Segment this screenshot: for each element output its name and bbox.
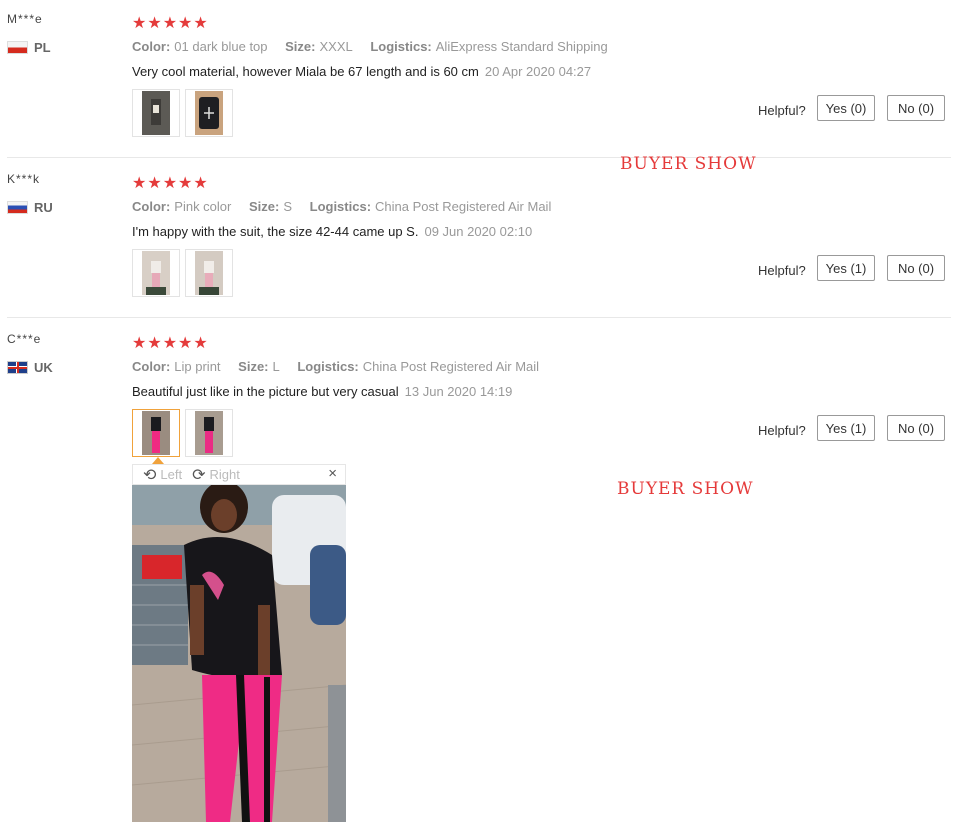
review-date: 09 Jun 2020 02:10 (424, 224, 533, 239)
rating-stars: ★★★★★ (132, 175, 209, 192)
size-value: XXXL (319, 39, 353, 54)
logistics-label: Logistics: (370, 39, 432, 54)
review-photo-thumb[interactable] (185, 249, 233, 297)
review-date: 13 Jun 2020 14:19 (404, 384, 513, 399)
helpful-label: Helpful? (758, 423, 806, 438)
review-divider (7, 157, 951, 158)
flag-ru-icon (7, 201, 28, 214)
close-icon[interactable]: × (328, 465, 337, 482)
logistics-label: Logistics: (309, 199, 372, 214)
logistics-label: Logistics: (297, 359, 359, 374)
review-divider (7, 317, 951, 318)
color-label: Color: (132, 359, 171, 374)
helpful-yes-button[interactable]: Yes (1) (817, 415, 875, 441)
active-thumb-caret (152, 457, 164, 464)
country-code: PL (34, 40, 51, 55)
review-body: I'm happy with the suit, the size 42-44 … (132, 224, 419, 239)
helpful-label: Helpful? (758, 263, 806, 278)
helpful-no-button[interactable]: No (0) (887, 415, 945, 441)
review-photo-thumb[interactable] (185, 89, 233, 137)
color-value: Lip print (174, 359, 221, 374)
rotate-left-button[interactable]: Left (160, 467, 182, 482)
size-label: Size: (285, 39, 316, 54)
flag-pl-icon (7, 41, 28, 54)
reviewer-name: C***e (7, 332, 42, 346)
helpful-yes-button[interactable]: Yes (1) (817, 255, 875, 281)
rating-stars: ★★★★★ (132, 15, 209, 32)
review-attributes: Color: 01 dark blue top Size: XXXL Logisti… (132, 39, 608, 54)
review-photo-large (132, 485, 346, 822)
logistics-value: China Post Registered Air Mail (375, 199, 552, 214)
review-text: I'm happy with the suit, the size 42-44 … (132, 224, 532, 239)
review-body: Beautiful just like in the picture but v… (132, 384, 399, 399)
buyer-show-watermark: BUYER SHOW (620, 154, 757, 174)
review-attributes: Color: Pink color Size: S Logistics: China … (132, 199, 551, 214)
logistics-value: China Post Registered Air Mail (362, 359, 540, 374)
reviewer-country: RU (7, 200, 53, 215)
rotate-left-icon[interactable]: ⟲ (143, 465, 156, 485)
review-photo-thumb[interactable] (132, 89, 180, 137)
photo-viewer-toolbar: ⟲ Left ⟳ Right × (132, 464, 346, 485)
helpful-no-button[interactable]: No (0) (887, 255, 945, 281)
review-text: Very cool material, however Miala be 67 … (132, 64, 591, 79)
country-code: RU (34, 200, 53, 215)
helpful-yes-button[interactable]: Yes (0) (817, 95, 875, 121)
review-date: 20 Apr 2020 04:27 (484, 64, 592, 79)
reviewer-country: PL (7, 40, 51, 55)
flag-uk-icon (7, 361, 28, 374)
review-photo-thumb[interactable] (185, 409, 233, 457)
reviewer-name: K***k (7, 172, 41, 186)
review-attributes: Color: Lip print Size: L Logistics: China P… (132, 359, 539, 374)
helpful-no-button[interactable]: No (0) (887, 95, 945, 121)
rotate-right-icon[interactable]: ⟳ (192, 465, 205, 485)
size-label: Size: (248, 199, 280, 214)
country-code: UK (34, 360, 53, 375)
size-value: S (283, 199, 292, 214)
review-photo-thumb[interactable] (132, 249, 180, 297)
review-thumbnails (132, 409, 233, 457)
color-value: 01 dark blue top (174, 39, 268, 54)
size-label: Size: (238, 359, 269, 374)
reviewer-country: UK (7, 360, 53, 375)
review-text: Beautiful just like in the picture but v… (132, 384, 512, 399)
review-body: Very cool material, however Miala be 67 … (132, 64, 479, 79)
color-value: Pink color (174, 199, 232, 214)
photo-viewer: ⟲ Left ⟳ Right × (132, 464, 346, 822)
logistics-value: AliExpress Standard Shipping (435, 39, 608, 54)
size-value: L (272, 359, 280, 374)
review-thumbnails (132, 89, 233, 137)
rotate-right-button[interactable]: Right (210, 467, 240, 482)
review-thumbnails (132, 249, 233, 297)
review-photo-thumb-active[interactable] (132, 409, 180, 457)
color-label: Color: (132, 199, 171, 214)
buyer-show-watermark: BUYER SHOW (617, 479, 754, 499)
helpful-label: Helpful? (758, 103, 806, 118)
reviewer-name: M***e (7, 12, 43, 26)
color-label: Color: (132, 39, 171, 54)
rating-stars: ★★★★★ (132, 335, 209, 352)
